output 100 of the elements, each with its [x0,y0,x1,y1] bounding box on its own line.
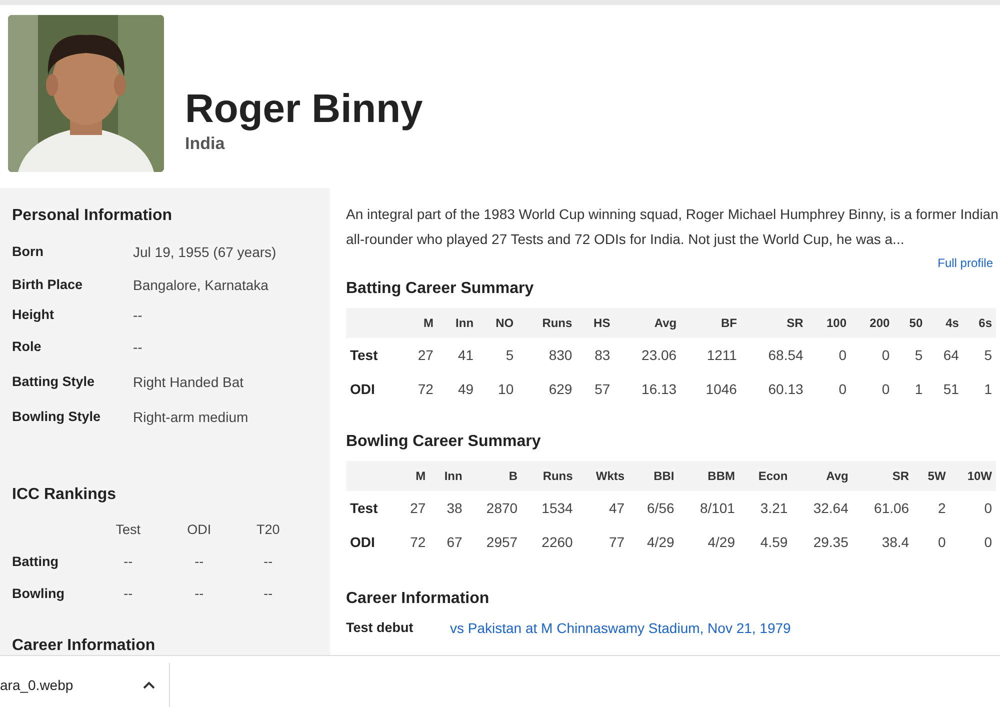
table-cell-text: 60.13 [767,380,804,398]
column-header: Avg [792,461,852,491]
player-name: Roger Binny [185,87,423,131]
table-cell-text: 2957 [485,532,519,552]
caret-icon[interactable] [143,681,155,689]
table-cell-text: 49 [456,380,475,398]
summary-paragraph: An integral part of the 1983 World Cup winning squad, Roger Michael Humphrey Binny, is a former Indian all-rounder who played 27 Tests and 72 ODIs for India. Not just the World Cup, he was a... [346,205,1000,249]
table-cell-text: -- [262,584,274,603]
field-value: Jul 19, 1955 (67 years) [133,243,276,262]
table-cell-text: -- [262,552,274,571]
field-label: Role [12,338,42,356]
field-label: Test debut [346,619,414,637]
column-header: BBM [678,461,739,491]
table-cell: 5 [894,338,927,372]
column-header: 50 [894,308,927,338]
column-header: T20 [255,520,281,539]
column-header: M [396,461,430,491]
row-label: Bowling [12,584,66,603]
field-value: -- [133,338,142,357]
full-profile-link[interactable]: Full profile [938,256,993,270]
column-header: BF [680,308,741,338]
table-cell: 0 [950,491,996,525]
column-header: SR [852,461,914,491]
table-cell: 61.06 [852,491,914,525]
field-value: -- [133,306,142,324]
column-header: HS [576,308,614,338]
section-heading: Personal Information [12,206,174,226]
table-cell: 5 [962,338,996,372]
table-cell: 0 [850,338,894,372]
table-cell: 32.64 [792,491,852,525]
table-cell-text: 38.4 [880,532,910,552]
table-cell: 41 [437,338,478,372]
column-header: 100 [807,308,850,338]
table-cell-text: 16.13 [640,380,678,398]
table-cell-text: 1046 [704,380,738,398]
table-cell: 38 [430,491,466,525]
column-header: Test [114,520,142,539]
column-header: Runs [518,308,576,338]
row-label: Batting [12,552,60,571]
table-cell-text: 4/29 [646,532,676,552]
table-cell-text: 2260 [540,532,574,552]
column-header: BBI [628,461,678,491]
column-header: Wkts [576,461,629,491]
table-cell: 83 [576,338,614,372]
table-cell: 0 [807,338,850,372]
table-cell-text: 51 [942,380,960,398]
field-label: Batting Style [12,373,96,392]
table-cell: 23.06 [614,338,681,372]
column-header: B [466,461,522,491]
row-label: ODI [349,380,376,398]
table-cell-text: 0 [838,380,848,398]
table-cell-text: 77 [608,532,626,552]
table-cell: 1211 [680,338,741,372]
table-cell-text: 29.35 [812,532,850,552]
section-heading: Batting Career Summary [346,279,535,299]
table-cell-text: 0 [983,532,993,552]
table-cell-text: 4/29 [706,532,736,552]
table-cell-text: 72 [416,380,434,398]
player-country: India [185,133,226,155]
column-header: NO [478,308,518,338]
download-filename[interactable]: ara_0.webp [0,674,74,696]
column-header: Runs [522,461,577,491]
column-header: 200 [850,308,894,338]
column-header: ODI [186,520,212,539]
column-header: Econ [738,461,792,491]
field-value: Right-arm medium [133,408,248,427]
row-label: Test [346,491,396,525]
field-label: Bowling Style [12,408,102,426]
table-cell-text: 4.59 [759,532,789,552]
table-cell: 2 [913,491,950,525]
table-cell-text: -- [122,552,134,571]
table-cell-text: 629 [548,380,574,398]
field-label: Birth Place [12,276,84,294]
table-cell: 27 [401,338,438,372]
section-heading: Career Information [12,636,156,655]
field-label: Height [12,306,55,324]
table-cell-text: 0 [880,380,891,398]
table-cell-text: 1 [914,380,924,398]
table-cell: 68.54 [740,338,808,372]
field-label: Born [12,243,44,262]
table-cell-text: 72 [409,532,427,552]
table-cell: 27 [396,491,430,525]
column-header: Inn [437,308,478,338]
row-label: Test [346,338,402,372]
section-heading: Bowling Career Summary [346,432,542,452]
table-cell: 6/56 [628,491,678,525]
table-cell: 64 [926,338,963,372]
column-header: M [401,308,438,338]
table-cell-text: -- [122,584,134,603]
column-header: 10W [950,461,996,491]
table-cell: 2870 [466,491,522,525]
field-value: Right Handed Bat [133,373,244,392]
table-cell: 5 [478,338,518,372]
debut-link[interactable]: vs Pakistan at M Chinnaswamy Stadium, Nov 21, 1979 [450,618,791,639]
table-cell-text: -- [194,552,205,571]
column-header: 6s [962,308,996,338]
column-header: Inn [430,461,466,491]
section-heading: ICC Rankings [12,485,118,505]
table-cell-text: 1 [983,380,993,398]
table-cell-text: 57 [594,380,612,398]
